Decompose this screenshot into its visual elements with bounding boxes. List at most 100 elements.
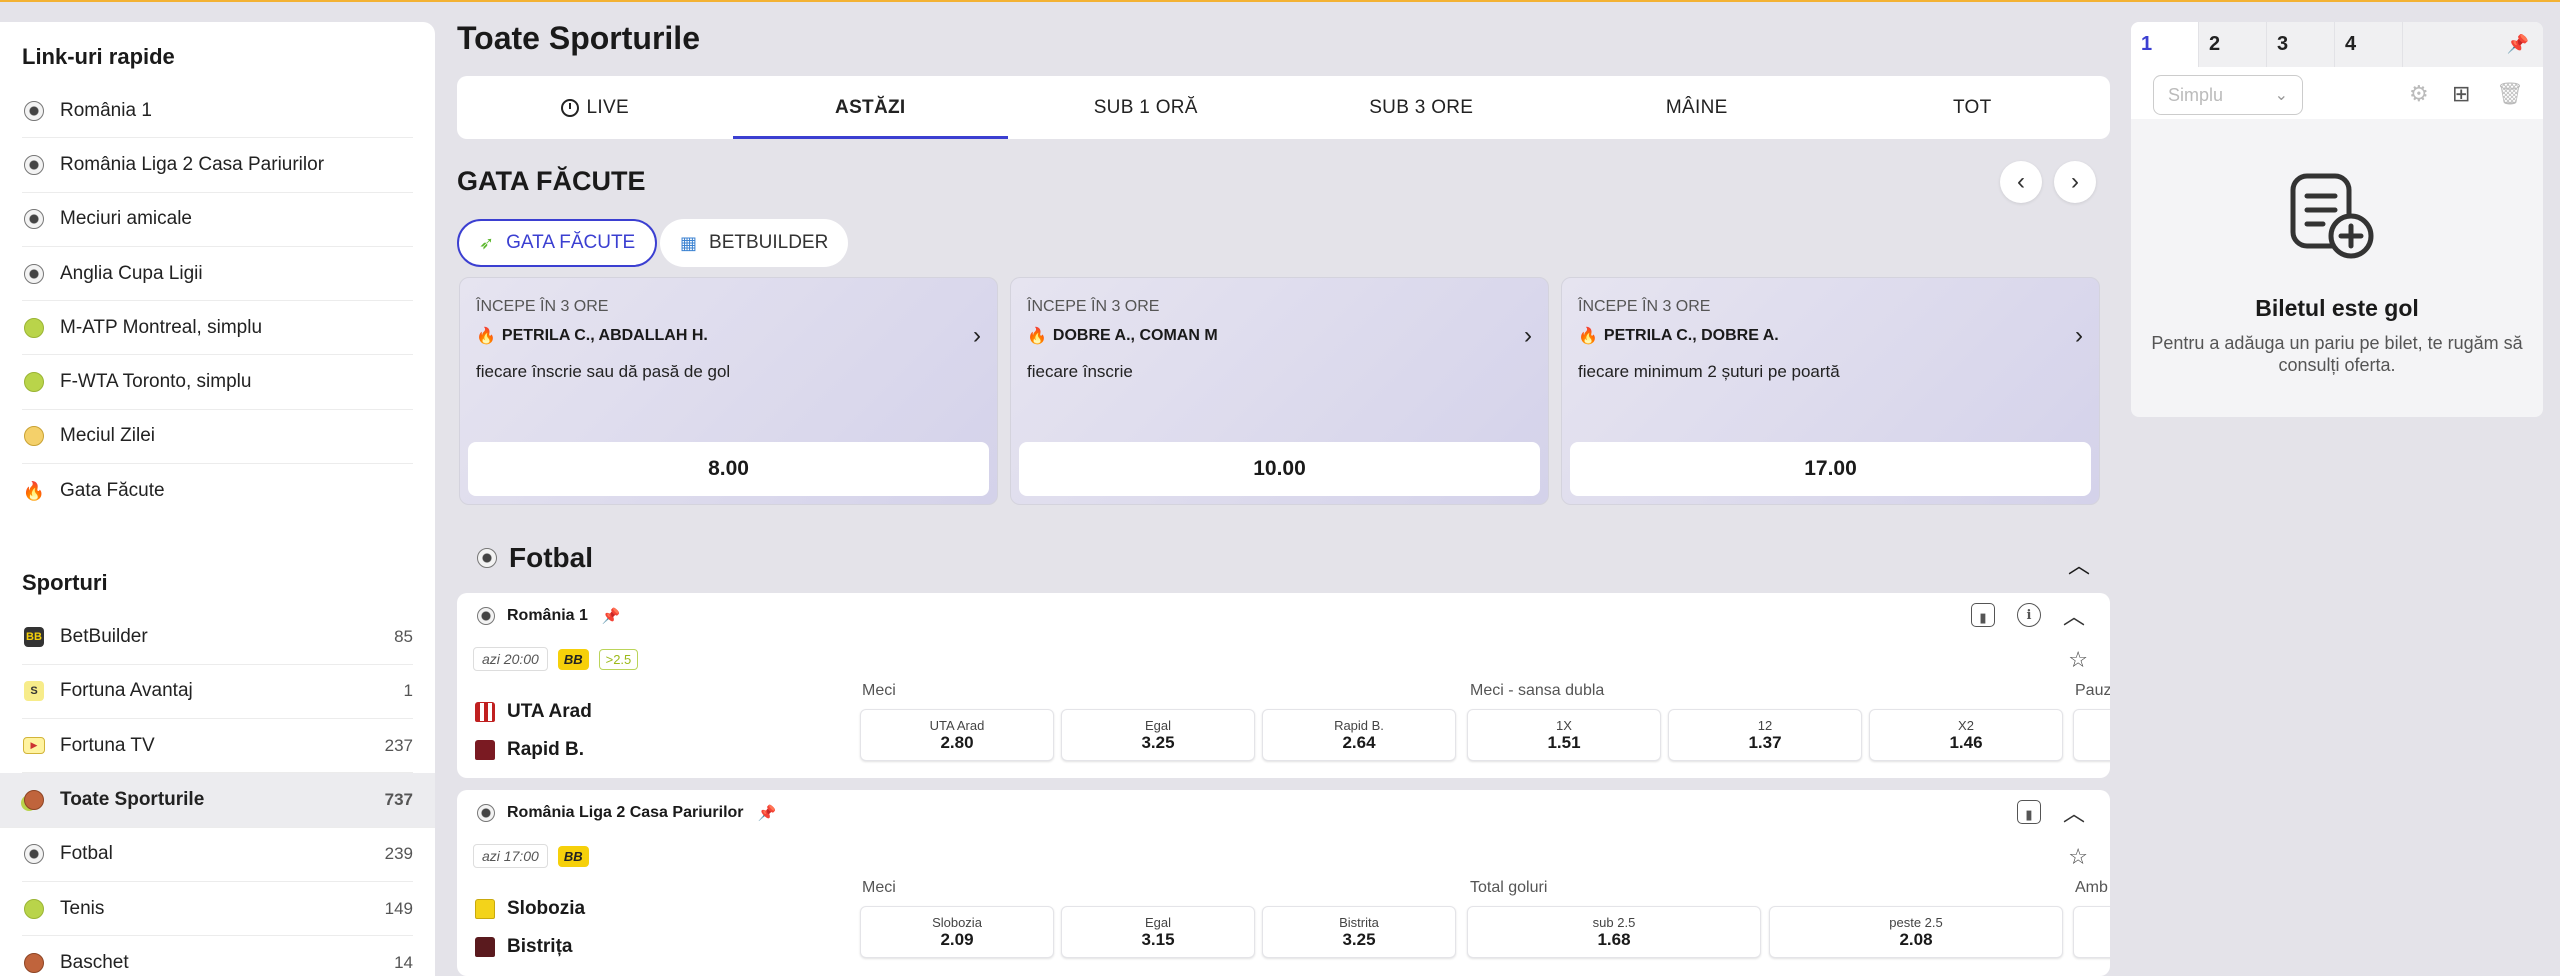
prebuilt-bet-card[interactable]: ÎNCEPE ÎN 3 ORE 🔥 PETRILA C., ABDALLAH H.…	[459, 277, 998, 505]
card-odd-button[interactable]: 10.00	[1019, 442, 1540, 496]
fire-icon: 🔥	[22, 480, 46, 501]
sidebar-item-fortuna-avantaj[interactable]: S Fortuna Avantaj 1	[22, 665, 413, 719]
star-icon[interactable]: ☆	[2068, 647, 2088, 673]
odd-button[interactable]	[2073, 906, 2110, 958]
pin-icon[interactable]: 📌	[602, 607, 621, 625]
settings-icon[interactable]: ⚙	[2409, 81, 2429, 107]
info-icon[interactable]: i	[2017, 603, 2041, 627]
odd-button[interactable]: Egal 3.25	[1061, 709, 1255, 761]
goals-badge: >2.5	[598, 648, 639, 670]
sidebar-item-atp-montreal[interactable]: M-ATP Montreal, simplu	[22, 301, 413, 356]
chevron-right-icon[interactable]: ›	[1524, 322, 1532, 350]
pill-gata-facute[interactable]: ➶ GATA FĂCUTE	[457, 219, 658, 267]
sidebar-item-fotbal[interactable]: Fotbal 239	[22, 828, 413, 882]
team-shirt-icon	[475, 937, 495, 957]
sidebar-item-wta-toronto[interactable]: F-WTA Toronto, simplu	[22, 355, 413, 410]
odd-value: 3.25	[1342, 929, 1376, 949]
card-players-label: PETRILA C., DOBRE A.	[1603, 327, 1779, 344]
chevron-right-icon[interactable]: ›	[973, 322, 981, 350]
prebuilt-bet-card[interactable]: ÎNCEPE ÎN 3 ORE 🔥 DOBRE A., COMAN M › fie…	[1010, 277, 1549, 505]
tab-sub-3-ore[interactable]: SUB 3 ORE	[1284, 76, 1560, 139]
market-label: Amb	[2075, 879, 2108, 896]
sidebar-item-count: 737	[384, 789, 413, 809]
card-players: 🔥 PETRILA C., DOBRE A.	[1578, 326, 1779, 346]
pill-betbuilder[interactable]: ▦ BETBUILDER	[660, 219, 849, 267]
odd-name: UTA Arad	[929, 717, 985, 733]
tab-tot[interactable]: TOT	[1835, 76, 2111, 139]
soccer-ball-icon	[477, 607, 495, 625]
tennis-ball-icon	[22, 897, 46, 921]
carousel-prev-button[interactable]: ‹	[2000, 161, 2042, 203]
avantaj-icon: S	[22, 679, 46, 703]
sidebar-item-romania-liga-2[interactable]: România Liga 2 Casa Pariurilor	[22, 138, 413, 193]
sidebar-item-toate-sporturile[interactable]: Toate Sporturile 737	[0, 773, 435, 828]
card-description: fiecare înscrie	[1027, 362, 1133, 381]
home-team[interactable]: Slobozia	[475, 898, 585, 920]
carousel-next-button[interactable]: ›	[2054, 161, 2096, 203]
stats-icon[interactable]: ▮	[2017, 800, 2041, 824]
tab-sub-1-ora[interactable]: SUB 1 ORĂ	[1008, 76, 1284, 139]
odd-value: 1.68	[1597, 929, 1631, 949]
chevron-left-icon: ‹	[2017, 168, 2025, 195]
odd-value: 2.09	[940, 929, 974, 949]
card-odd-button[interactable]: 8.00	[468, 442, 989, 496]
betslip-tab-4[interactable]: 4	[2335, 22, 2403, 67]
sidebar-item-anglia-cupa-ligii[interactable]: Anglia Cupa Ligii	[22, 247, 413, 302]
sidebar-item-label: Tenis	[60, 897, 105, 919]
star-icon[interactable]: ☆	[2068, 844, 2088, 870]
odd-button[interactable]: peste 2.5 2.08	[1769, 906, 2063, 958]
card-odd-button[interactable]: 17.00	[1570, 442, 2091, 496]
sidebar-item-meciuri-amicale[interactable]: Meciuri amicale	[22, 193, 413, 247]
odd-button[interactable]	[2073, 709, 2110, 761]
top-accent-line	[0, 0, 2560, 2]
card-start-time: ÎNCEPE ÎN 3 ORE	[1027, 298, 1160, 315]
fire-icon: 🔥	[1027, 328, 1047, 345]
tab-astazi[interactable]: ASTĂZI	[732, 76, 1009, 139]
pin-icon[interactable]: 📌	[758, 804, 777, 822]
chevron-up-icon[interactable]: ︿	[2068, 548, 2090, 580]
market-label: Pauz	[2075, 682, 2110, 699]
stopwatch-icon	[560, 98, 579, 117]
bet-type-select[interactable]: Simplu ⌄	[2153, 75, 2303, 115]
away-team[interactable]: Bistrița	[475, 936, 572, 958]
betslip-tab-2[interactable]: 2	[2199, 22, 2267, 67]
odd-button[interactable]: 1X 1.51	[1467, 709, 1661, 761]
add-bet-icon[interactable]: ⊞	[2452, 81, 2470, 107]
betbuilder-grid-icon: ▦	[680, 232, 698, 253]
betslip-toolbar: Simplu ⌄ ⚙ ⊞ 🗑	[2131, 67, 2543, 119]
card-start-time: ÎNCEPE ÎN 3 ORE	[476, 298, 609, 315]
sidebar-item-romania-1[interactable]: România 1	[22, 84, 413, 139]
odd-button[interactable]: sub 2.5 1.68	[1467, 906, 1761, 958]
sidebar-item-tenis[interactable]: Tenis 149	[22, 882, 413, 937]
odd-button[interactable]: Rapid B. 2.64	[1262, 709, 1456, 761]
betslip-tab-3[interactable]: 3	[2267, 22, 2335, 67]
soccer-ball-icon	[22, 207, 46, 231]
home-team[interactable]: UTA Arad	[475, 701, 592, 723]
stats-icon[interactable]: ▮	[1971, 603, 1995, 627]
tv-icon: ▶	[22, 734, 46, 758]
trash-icon[interactable]: 🗑	[2496, 81, 2524, 107]
pin-icon[interactable]: 📌	[2403, 22, 2543, 67]
odd-button[interactable]: 12 1.37	[1668, 709, 1862, 761]
sidebar-item-baschet[interactable]: Baschet 14	[22, 936, 413, 976]
odd-button[interactable]: Slobozia 2.09	[860, 906, 1054, 958]
tab-maine[interactable]: MÂINE	[1559, 76, 1835, 139]
sidebar-item-betbuilder[interactable]: BB BetBuilder 85	[22, 610, 413, 665]
chevron-up-icon[interactable]: ︿	[2063, 599, 2085, 631]
odd-button[interactable]: Egal 3.15	[1061, 906, 1255, 958]
chevron-right-icon[interactable]: ›	[2075, 322, 2083, 350]
away-team[interactable]: Rapid B.	[475, 739, 584, 761]
sports-list: BB BetBuilder 85 S Fortuna Avantaj 1 ▶ Fortun…	[0, 610, 435, 976]
sidebar-item-meciul-zilei[interactable]: Meciul Zilei	[22, 410, 413, 465]
odd-button[interactable]: UTA Arad 2.80	[860, 709, 1054, 761]
sidebar-item-fortuna-tv[interactable]: ▶ Fortuna TV 237	[22, 719, 413, 774]
league-header: România 1 📌	[477, 607, 621, 625]
chevron-right-icon: ›	[2071, 168, 2079, 195]
odd-button[interactable]: X2 1.46	[1869, 709, 2063, 761]
sidebar-item-gata-facute[interactable]: 🔥 Gata Făcute	[22, 464, 413, 518]
tab-live[interactable]: LIVE	[457, 76, 733, 139]
betslip-tab-1[interactable]: 1	[2131, 22, 2199, 67]
chevron-up-icon[interactable]: ︿	[2063, 796, 2085, 828]
odd-button[interactable]: Bistrita 3.25	[1262, 906, 1456, 958]
prebuilt-bet-card[interactable]: ÎNCEPE ÎN 3 ORE 🔥 PETRILA C., DOBRE A. › …	[1561, 277, 2100, 505]
